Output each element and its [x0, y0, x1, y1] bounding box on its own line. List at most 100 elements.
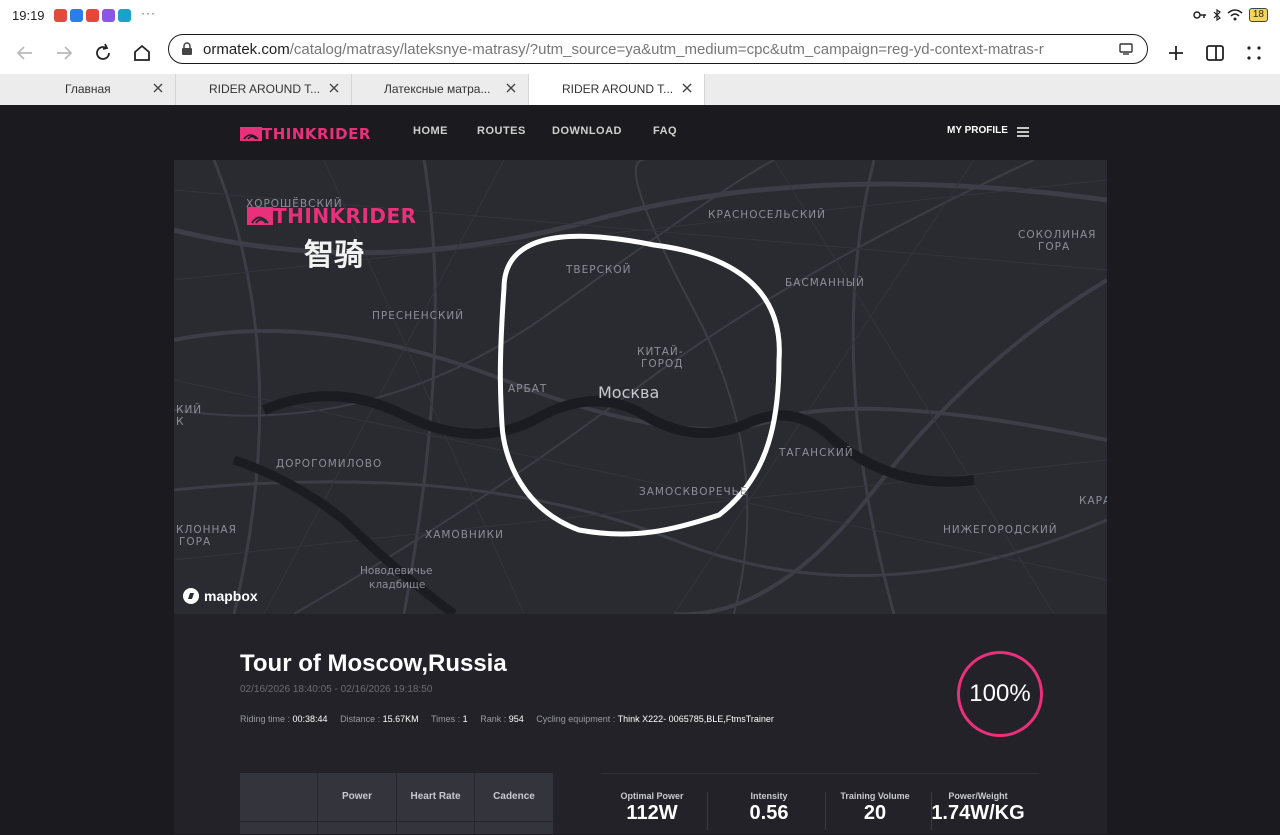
metric-divider — [707, 792, 708, 830]
url-path: /catalog/matrasy/lateksnye-matrasy/?utm_… — [289, 41, 1044, 58]
table-header-cell: Heart Rate — [397, 773, 475, 834]
mail-notification-icon — [70, 9, 83, 22]
close-icon[interactable] — [327, 81, 341, 95]
close-icon[interactable] — [151, 81, 165, 95]
more-dots-icon — [1247, 46, 1261, 60]
metric-label: Training Volume — [840, 791, 910, 801]
metric-training-volume: Training Volume 20 — [820, 791, 930, 825]
tab-4-active[interactable]: RIDER AROUND T... — [529, 74, 705, 105]
url-text[interactable]: ormatek.com/catalog/matrasy/lateksnye-ma… — [203, 41, 1083, 58]
status-bar: 19:19 ··· 18 — [0, 0, 1280, 32]
tab-title: Латексные матра... — [384, 82, 491, 96]
address-bar[interactable]: ormatek.com/catalog/matrasy/lateksnye-ma… — [168, 34, 1148, 64]
tab-3[interactable]: Латексные матра... — [352, 74, 529, 105]
app-notification-icon — [86, 9, 99, 22]
completion-value: 100% — [969, 680, 1031, 707]
close-icon[interactable] — [680, 81, 694, 95]
tab-2[interactable]: RIDER AROUND T... — [176, 74, 352, 105]
map-district-label: БАСМАННЫЙ — [785, 277, 865, 289]
menu-button[interactable] — [1241, 40, 1267, 66]
rank-label: Rank : — [480, 714, 509, 724]
metric-label: Power/Weight — [948, 791, 1008, 801]
tab-title: RIDER AROUND T... — [209, 82, 321, 96]
home-button[interactable] — [129, 40, 155, 66]
equipment-value: Think X222- 0065785,BLE,FtmsTrainer — [617, 714, 774, 724]
tour-dates: 02/16/2026 18:40:05 - 02/16/2026 19:18:5… — [240, 684, 433, 695]
metrics-panel: Optimal Power 112W Intensity 0.56 Traini… — [601, 773, 1039, 835]
map-logo-chinese: 智骑 — [304, 238, 364, 273]
split-view-button[interactable] — [1202, 40, 1228, 66]
map-district-label: ТАГАНСКИЙ — [779, 447, 854, 459]
table-header-power: Power — [341, 791, 372, 802]
map-district-label: ПРЕСНЕНСКИЙ — [372, 310, 465, 322]
table-divider — [240, 821, 553, 822]
nav-faq[interactable]: FAQ — [653, 125, 677, 137]
tab-1[interactable]: Главная — [0, 74, 176, 105]
reader-mode-icon[interactable] — [1119, 43, 1133, 55]
web-page: THINKRIDER HOME ROUTES DOWNLOAD FAQ MY P… — [0, 105, 1280, 834]
new-tab-button[interactable] — [1163, 40, 1189, 66]
times-value: 1 — [462, 714, 468, 724]
metric-intensity: Intensity 0.56 — [714, 791, 824, 825]
battery-icon: 18 — [1248, 8, 1268, 22]
map-landmark-label: Новодевичье — [360, 565, 433, 577]
lock-icon — [182, 42, 192, 55]
my-profile-link[interactable]: MY PROFILE — [947, 125, 1008, 136]
reload-button[interactable] — [90, 40, 116, 66]
map-district-label: ДОРОГОМИЛОВО — [276, 458, 383, 470]
performance-table: Power Heart Rate Cadence — [240, 773, 553, 834]
arrow-left-icon — [16, 46, 32, 60]
map-district-label: ЗАМОСКВОРЕЧЬЕ — [639, 486, 748, 498]
thinkrider-logo-icon — [240, 127, 262, 141]
metric-power-weight: Power/Weight 1.74W/KG — [923, 791, 1033, 825]
metric-optimal-power: Optimal Power 112W — [597, 791, 707, 825]
wifi-icon — [1227, 9, 1243, 21]
route-map[interactable]: ХОРОШЁВСКИЙ КРАСНОСЕЛЬСКИЙ СОКОЛИНАЯ ГОР… — [174, 160, 1107, 614]
site-logo[interactable]: THINKRIDER — [240, 125, 371, 143]
map-district-label: АРБАТ — [508, 383, 548, 395]
map-district-label: ГОРА — [179, 536, 212, 548]
map-district-label: ГОРА — [1038, 241, 1071, 253]
table-header-heart-rate: Heart Rate — [410, 791, 461, 802]
table-header-cell: Cadence — [475, 773, 553, 834]
map-district-label: КИТАЙ- — [637, 346, 684, 358]
metric-value: 112W — [626, 802, 678, 824]
tab-strip: Главная RIDER AROUND T... Латексные матр… — [0, 74, 1280, 105]
forward-button[interactable] — [51, 40, 77, 66]
hamburger-menu-icon[interactable] — [1016, 126, 1030, 138]
mapbox-attribution[interactable]: mapbox — [182, 587, 258, 605]
nav-home[interactable]: HOME — [413, 125, 448, 137]
back-button[interactable] — [12, 40, 38, 66]
more-notifications-icon: ··· — [141, 6, 156, 20]
map-district-label: СОКОЛИНАЯ — [1018, 229, 1097, 241]
table-header-cell: Power — [318, 773, 397, 834]
app-notification-icon — [102, 9, 115, 22]
riding-time-label: Riding time : — [240, 714, 293, 724]
map-watermark-logo: THINKRIDER — [247, 204, 417, 228]
completion-ring: 100% — [957, 651, 1043, 737]
thinkrider-logo-icon — [247, 207, 273, 225]
plus-icon — [1169, 46, 1183, 60]
mapbox-text: mapbox — [204, 588, 258, 604]
nav-download[interactable]: DOWNLOAD — [552, 125, 622, 137]
metric-label: Intensity — [750, 791, 788, 801]
arrow-right-icon — [57, 46, 73, 60]
app-notification-icon — [118, 9, 131, 22]
mapbox-icon — [183, 588, 199, 604]
home-icon — [134, 44, 150, 61]
url-domain: ormatek.com — [203, 41, 290, 58]
status-time: 19:19 — [12, 8, 45, 23]
close-icon[interactable] — [504, 81, 518, 95]
app-notification-icon — [54, 9, 67, 22]
reload-icon — [96, 43, 110, 60]
map-district-label: ХАМОВНИКИ — [425, 529, 504, 541]
metric-value: 20 — [863, 802, 887, 824]
tab-title: RIDER AROUND T... — [562, 82, 674, 96]
equipment-label: Cycling equipment : — [536, 714, 618, 724]
map-district-label: КРАСНОСЕЛЬСКИЙ — [708, 209, 827, 221]
tour-summary: Tour of Moscow,Russia 02/16/2026 18:40:0… — [174, 614, 1107, 834]
nav-routes[interactable]: ROUTES — [477, 125, 526, 137]
metric-value: 0.56 — [749, 802, 789, 824]
notification-icons — [54, 9, 131, 22]
map-landmark-label: кладбище — [369, 579, 426, 591]
